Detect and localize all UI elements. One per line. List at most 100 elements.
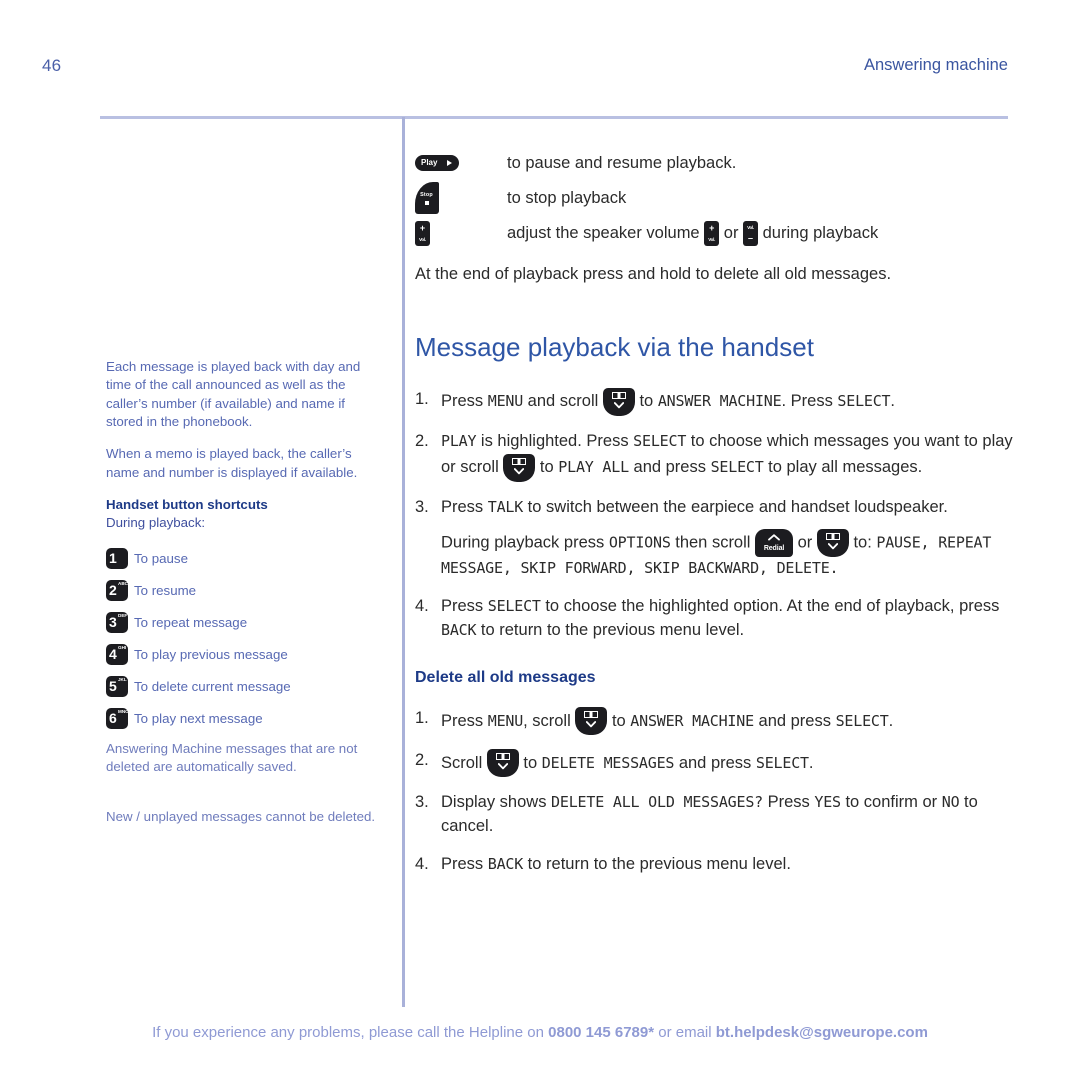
step-text: Press bbox=[441, 497, 488, 516]
handset-shortcut-list: 1 To pause 2 ABC To resume 3 DEF To repe… bbox=[106, 543, 384, 735]
footer: If you experience any problems, please c… bbox=[0, 1024, 1080, 1041]
step-text: to return to the previous menu level. bbox=[476, 621, 745, 640]
keypad-number: 5 bbox=[109, 678, 117, 695]
key-name-text: ANSWER MACHINE bbox=[630, 711, 754, 730]
scroll-down-icon[interactable] bbox=[602, 387, 635, 416]
footer-text-2: or email bbox=[654, 1024, 716, 1041]
keypad-number: 6 bbox=[109, 710, 117, 727]
step-number: 3. bbox=[415, 497, 429, 516]
step-number: 2. bbox=[415, 751, 429, 770]
list-item: 5 JKL To delete current message bbox=[106, 671, 384, 703]
keypad-letters: MNO bbox=[118, 709, 129, 715]
step-body: Press BACK to return to the previous men… bbox=[441, 855, 791, 873]
key-name-text: SELECT bbox=[755, 753, 809, 772]
key-name-text: SELECT bbox=[710, 457, 764, 476]
step-body: Press MENU and scroll to ANSWER MACHINE.… bbox=[441, 387, 895, 416]
volume-up-button-icon[interactable]: + Vol. bbox=[415, 220, 430, 246]
step-text: . bbox=[888, 711, 894, 730]
redial-up-icon[interactable]: Redial bbox=[755, 529, 794, 558]
page-header: 46 Answering machine bbox=[0, 56, 1080, 86]
page-number: 46 bbox=[42, 56, 62, 75]
key-name-text: BACK bbox=[441, 621, 477, 640]
plus-sign: + bbox=[419, 222, 426, 233]
phonebook-icon bbox=[495, 753, 510, 761]
step-text: . bbox=[808, 753, 814, 772]
shortcut-label: To repeat message bbox=[134, 615, 248, 631]
play-triangle-icon bbox=[447, 160, 452, 166]
step-text: to bbox=[535, 457, 559, 476]
volume-instruction-row: + Vol. adjust the speaker volume + Vol. o… bbox=[415, 216, 1025, 250]
shortcut-label: To pause bbox=[134, 551, 188, 567]
step-text: . Press bbox=[781, 391, 838, 410]
key-name-text: PLAY bbox=[441, 431, 477, 450]
step-text: to play all messages. bbox=[763, 457, 923, 476]
step-text: Scroll bbox=[441, 753, 487, 772]
icon-slot: Stop bbox=[415, 182, 507, 214]
scroll-down-icon[interactable] bbox=[816, 529, 849, 558]
key-name-text: TALK bbox=[487, 497, 524, 516]
step-text: to switch between the earpiece and hands… bbox=[523, 497, 948, 516]
list-item: 4. Press BACK to return to the previous m… bbox=[415, 853, 1025, 877]
sidebar-shortcuts-heading: Handset button shortcuts bbox=[106, 497, 268, 513]
key-name-text: NO bbox=[941, 793, 960, 812]
volume-instruction-text: adjust the speaker volume + Vol. or Vol. –… bbox=[507, 220, 878, 246]
step-text: to confirm or bbox=[840, 793, 942, 812]
keypad-letters: JKL bbox=[118, 677, 127, 683]
chevron-down-icon bbox=[514, 467, 525, 474]
step-text: to: bbox=[848, 533, 877, 552]
volume-down-button-icon-inline[interactable]: Vol. – bbox=[743, 220, 759, 246]
volume-label: Vol. bbox=[708, 236, 716, 242]
minus-sign: – bbox=[748, 232, 754, 243]
stop-button-icon[interactable]: Stop bbox=[415, 182, 439, 214]
step-body: Scroll to DELETE MESSAGES and press SELE… bbox=[441, 749, 814, 778]
phonebook-icon bbox=[825, 533, 840, 541]
step-number: 2. bbox=[415, 431, 429, 450]
footer-email[interactable]: bt.helpdesk@sgweurope.com bbox=[716, 1024, 928, 1041]
step-text: to choose the highlighted option. At the… bbox=[540, 597, 1000, 616]
step-text: , scroll bbox=[523, 711, 576, 730]
keypad-key-5-icon: 5 JKL bbox=[106, 676, 128, 698]
play-button-icon[interactable]: Play bbox=[415, 155, 459, 171]
play-button-label: Play bbox=[421, 158, 438, 167]
icon-slot: + Vol. bbox=[415, 220, 507, 246]
step-text: Press bbox=[441, 711, 488, 730]
sidebar: Each message is played back with day and… bbox=[106, 358, 384, 735]
keypad-number: 2 bbox=[109, 582, 117, 599]
list-item: 2. PLAY is highlighted. Press SELECT to c… bbox=[415, 430, 1025, 482]
step-text: to bbox=[634, 391, 658, 410]
chevron-up-icon bbox=[768, 534, 780, 541]
keypad-letters: GHI bbox=[118, 645, 127, 651]
volume-label: Vol. bbox=[419, 236, 426, 242]
key-name-text: MENU bbox=[487, 391, 524, 410]
step-substep: During playback press OPTIONS then scrol… bbox=[441, 529, 1025, 581]
icon-slot: Play bbox=[415, 155, 507, 171]
sidebar-note-1: Answering Machine messages that are not … bbox=[106, 741, 358, 775]
play-instruction-row: Play to pause and resume playback. bbox=[415, 146, 1025, 180]
keypad-letters: ABC bbox=[118, 581, 128, 587]
volume-up-button-icon-inline[interactable]: + Vol. bbox=[704, 220, 720, 246]
footer-phone: 0800 145 6789* bbox=[548, 1024, 655, 1041]
scroll-down-icon[interactable] bbox=[575, 707, 608, 736]
scroll-down-icon[interactable] bbox=[503, 453, 536, 482]
sidebar-paragraph-2: When a memo is played back, the caller’s… bbox=[106, 446, 358, 480]
scroll-down-icon[interactable] bbox=[486, 749, 519, 778]
keypad-key-3-icon: 3 DEF bbox=[106, 612, 128, 634]
keypad-key-2-icon: 2 ABC bbox=[106, 580, 128, 602]
sidebar-note-2-block: New / unplayed messages cannot be delete… bbox=[106, 808, 384, 826]
key-name-text: YES bbox=[814, 793, 841, 812]
keypad-key-6-icon: 6 MNO bbox=[106, 708, 129, 730]
list-item: 2 ABC To resume bbox=[106, 575, 384, 607]
shortcut-label: To delete current message bbox=[134, 679, 291, 695]
sidebar-paragraph-1: Each message is played back with day and… bbox=[106, 359, 361, 430]
list-item: 4 GHI To play previous message bbox=[106, 639, 384, 671]
stop-square-icon bbox=[425, 201, 429, 205]
step-text: . bbox=[890, 391, 895, 410]
step-text: Press bbox=[441, 391, 488, 410]
shortcut-label: To play previous message bbox=[134, 647, 288, 663]
chevron-down-icon bbox=[827, 543, 838, 550]
step-body: Press TALK to switch between the earpiec… bbox=[441, 498, 948, 516]
step-body: Press SELECT to choose the highlighted o… bbox=[441, 597, 999, 639]
volume-text-before: adjust the speaker volume bbox=[507, 223, 705, 242]
step-body: Press MENU, scroll to ANSWER MACHINE and… bbox=[441, 707, 894, 736]
phonebook-icon bbox=[611, 391, 626, 399]
